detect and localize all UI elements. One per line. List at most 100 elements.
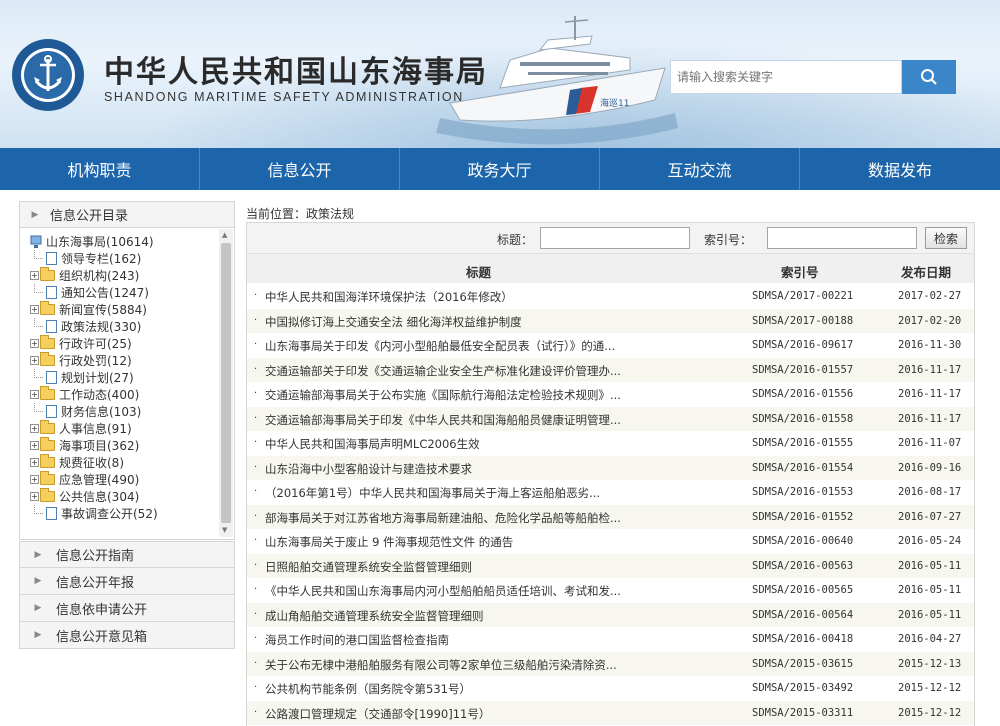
row-title-link[interactable]: 交通运输部海事局关于印发《中华人民共和国海船船员健康证明管理... bbox=[265, 412, 640, 428]
tree-node[interactable]: 领导专栏(162) bbox=[34, 250, 141, 267]
row-date: 2015-12-12 bbox=[898, 682, 962, 694]
sidebar-link-annual-report[interactable]: ▶ 信息公开年报 bbox=[19, 568, 235, 595]
row-title-link[interactable]: 公路渡口管理规定（交通部令[1990]11号） bbox=[265, 706, 640, 722]
row-title-link[interactable]: 成山角船舶交通管理系统安全监督管理细则 bbox=[265, 608, 640, 624]
china-msa-logo[interactable] bbox=[10, 37, 86, 113]
row-title-link[interactable]: 中国拟修订海上交通安全法 细化海洋权益维护制度 bbox=[265, 314, 640, 330]
tree-node-label: 新闻宣传(5884) bbox=[59, 303, 147, 317]
expand-plus-icon[interactable]: + bbox=[30, 475, 39, 484]
expand-plus-icon[interactable]: + bbox=[30, 441, 39, 450]
index-filter-input[interactable] bbox=[767, 227, 917, 249]
row-title-link[interactable]: 关于公布无棣中港船舶服务有限公司等2家单位三级船舶污染清除资... bbox=[265, 657, 640, 673]
tree-node[interactable]: + 新闻宣传(5884) bbox=[30, 301, 147, 318]
tree-node-label: 政策法规(330) bbox=[61, 320, 142, 334]
table-row: · 山东沿海中小型客船设计与建造技术要求 SDMSA/2016-01554 2016-… bbox=[247, 455, 974, 480]
table-row: · 交通运输部海事局关于公布实施《国际航行海船法定检验技术规则》... SDMSA/… bbox=[254, 387, 962, 403]
search-input[interactable] bbox=[670, 60, 902, 94]
tree-node-label: 工作动态(400) bbox=[59, 388, 140, 402]
row-date: 2016-05-11 bbox=[898, 608, 962, 621]
tree-node-root[interactable]: 山东海事局(10614) bbox=[30, 233, 154, 250]
row-index: SDMSA/2015-03492 bbox=[752, 682, 854, 694]
expand-plus-icon[interactable]: + bbox=[30, 356, 39, 365]
results-table-body: · 中华人民共和国海洋环境保护法（2016年修改） SDMSA/2017-00221… bbox=[247, 284, 974, 725]
expand-plus-icon[interactable]: + bbox=[30, 305, 39, 314]
folder-icon bbox=[40, 352, 55, 366]
tree-node[interactable]: + 海事项目(362) bbox=[30, 437, 139, 454]
row-title-link[interactable]: 日照船舶交通管理系统安全监督管理细则 bbox=[265, 559, 640, 575]
nav-item-info-disclosure[interactable]: 信息公开 bbox=[200, 148, 400, 190]
site-subtitle: SHANDONG MARITIME SAFETY ADMINISTRATION bbox=[104, 90, 464, 104]
row-title-link[interactable]: 交通运输部海事局关于公布实施《国际航行海船法定检验技术规则》... bbox=[265, 387, 640, 403]
main-nav: 机构职责 信息公开 政务大厅 互动交流 数据发布 bbox=[0, 148, 1000, 190]
tree-node[interactable]: + 组织机构(243) bbox=[30, 267, 139, 284]
tree-node[interactable]: 事故调查公开(52) bbox=[34, 505, 158, 522]
tree-node[interactable]: + 公共信息(304) bbox=[30, 488, 139, 505]
document-icon bbox=[46, 252, 57, 265]
expand-plus-icon[interactable]: + bbox=[30, 339, 39, 348]
tree-node[interactable]: + 工作动态(400) bbox=[30, 386, 139, 403]
folder-icon bbox=[40, 267, 55, 281]
tree-node[interactable]: 规划计划(27) bbox=[34, 369, 134, 386]
tree-node[interactable]: 财务信息(103) bbox=[34, 403, 141, 420]
sidebar-heading[interactable]: ▶ 信息公开目录 bbox=[19, 201, 235, 228]
row-date: 2016-11-17 bbox=[898, 363, 962, 376]
search-submit-button[interactable]: 检索 bbox=[925, 227, 967, 249]
folder-icon bbox=[40, 437, 55, 451]
document-icon bbox=[46, 286, 57, 299]
tree-node[interactable]: + 规费征收(8) bbox=[30, 454, 124, 471]
document-icon bbox=[46, 320, 57, 333]
table-row: · （2016年第1号）中华人民共和国海事局关于海上客运船舶恶劣... SDMSA/… bbox=[254, 485, 962, 501]
folder-icon bbox=[40, 420, 55, 434]
column-header-date: 发布日期 bbox=[901, 265, 952, 280]
row-index: SDMSA/2017-00221 bbox=[752, 290, 854, 302]
scroll-up-arrow-icon[interactable]: ▲ bbox=[222, 231, 227, 239]
expand-plus-icon[interactable]: + bbox=[30, 458, 39, 467]
nav-item-institution[interactable]: 机构职责 bbox=[0, 148, 200, 190]
row-title-link[interactable]: 中华人民共和国海洋环境保护法（2016年修改） bbox=[265, 289, 640, 305]
tree-node[interactable]: + 应急管理(490) bbox=[30, 471, 139, 488]
tree-node[interactable]: 政策法规(330) bbox=[34, 318, 141, 335]
tree-node[interactable]: 通知公告(1247) bbox=[34, 284, 149, 301]
row-title-link[interactable]: 山东海事局关于印发《内河小型船舶最低安全配员表（试行）》的通... bbox=[265, 338, 640, 354]
table-row: · 成山角船舶交通管理系统安全监督管理细则 SDMSA/2016-00564 2016… bbox=[247, 602, 974, 627]
expand-plus-icon[interactable]: + bbox=[30, 424, 39, 433]
row-index: SDMSA/2016-00418 bbox=[752, 633, 854, 645]
table-row: · 山东海事局关于废止 9 件海事规范性文件 的通告 SDMSA/2016-0064… bbox=[254, 534, 962, 550]
row-title-link[interactable]: 海员工作时间的港口国监督检查指南 bbox=[265, 632, 640, 648]
ship-marking: 海巡11 bbox=[600, 97, 629, 109]
row-index: SDMSA/2016-01554 bbox=[752, 461, 854, 474]
row-title-link[interactable]: 山东海事局关于废止 9 件海事规范性文件 的通告 bbox=[265, 534, 640, 550]
row-title-link[interactable]: 部海事局关于对江苏省地方海事局新建油船、危险化学品船等船舶检... bbox=[265, 510, 640, 526]
tree-node-label: 应急管理(490) bbox=[59, 473, 140, 487]
row-title-link[interactable]: 中华人民共和国海事局声明MLC2006生效 bbox=[265, 436, 640, 452]
sidebar-link-application[interactable]: ▶ 信息依申请公开 bbox=[19, 595, 235, 622]
sidebar-link-guide[interactable]: ▶ 信息公开指南 bbox=[19, 541, 235, 568]
row-title-link[interactable]: 公共机构节能条例（国务院令第531号） bbox=[265, 681, 640, 697]
tree-node[interactable]: + 行政处罚(12) bbox=[30, 352, 132, 369]
search-button[interactable] bbox=[902, 60, 956, 94]
expand-plus-icon[interactable]: + bbox=[30, 492, 39, 501]
nav-item-interaction[interactable]: 互动交流 bbox=[600, 148, 800, 190]
row-title-link[interactable]: 山东沿海中小型客船设计与建造技术要求 bbox=[265, 461, 640, 477]
scrollbar-thumb[interactable] bbox=[221, 243, 231, 523]
table-row: · 《中华人民共和国山东海事局内河小型船舶船员适任培训、考试和发... SDMSA/… bbox=[254, 583, 962, 599]
nav-item-service-hall[interactable]: 政务大厅 bbox=[400, 148, 600, 190]
tree-node[interactable]: + 人事信息(91) bbox=[30, 420, 132, 437]
folder-icon bbox=[40, 471, 55, 485]
row-title-link[interactable]: 《中华人民共和国山东海事局内河小型船舶船员适任培训、考试和发... bbox=[265, 583, 640, 599]
tree-node[interactable]: + 行政许可(25) bbox=[30, 335, 132, 352]
tree-scrollbar[interactable]: ▲ ▼ bbox=[219, 229, 233, 537]
expand-plus-icon[interactable]: + bbox=[30, 271, 39, 280]
computer-icon bbox=[30, 235, 42, 248]
nav-item-data-release[interactable]: 数据发布 bbox=[800, 148, 1000, 190]
scroll-down-arrow-icon[interactable]: ▼ bbox=[222, 526, 227, 534]
sidebar-link-feedback-box[interactable]: ▶ 信息公开意见箱 bbox=[19, 622, 235, 649]
triangle-right-icon: ▶ bbox=[31, 209, 39, 220]
row-title-link[interactable]: 交通运输部关于印发《交通运输企业安全生产标准化建设评价管理办... bbox=[265, 363, 640, 379]
triangle-right-icon: ▶ bbox=[34, 603, 42, 613]
title-filter-input[interactable] bbox=[540, 227, 690, 249]
row-title-link[interactable]: （2016年第1号）中华人民共和国海事局关于海上客运船舶恶劣... bbox=[265, 485, 640, 501]
document-icon bbox=[46, 507, 57, 520]
expand-plus-icon[interactable]: + bbox=[30, 390, 39, 399]
index-filter-label: 索引号： bbox=[704, 233, 753, 247]
